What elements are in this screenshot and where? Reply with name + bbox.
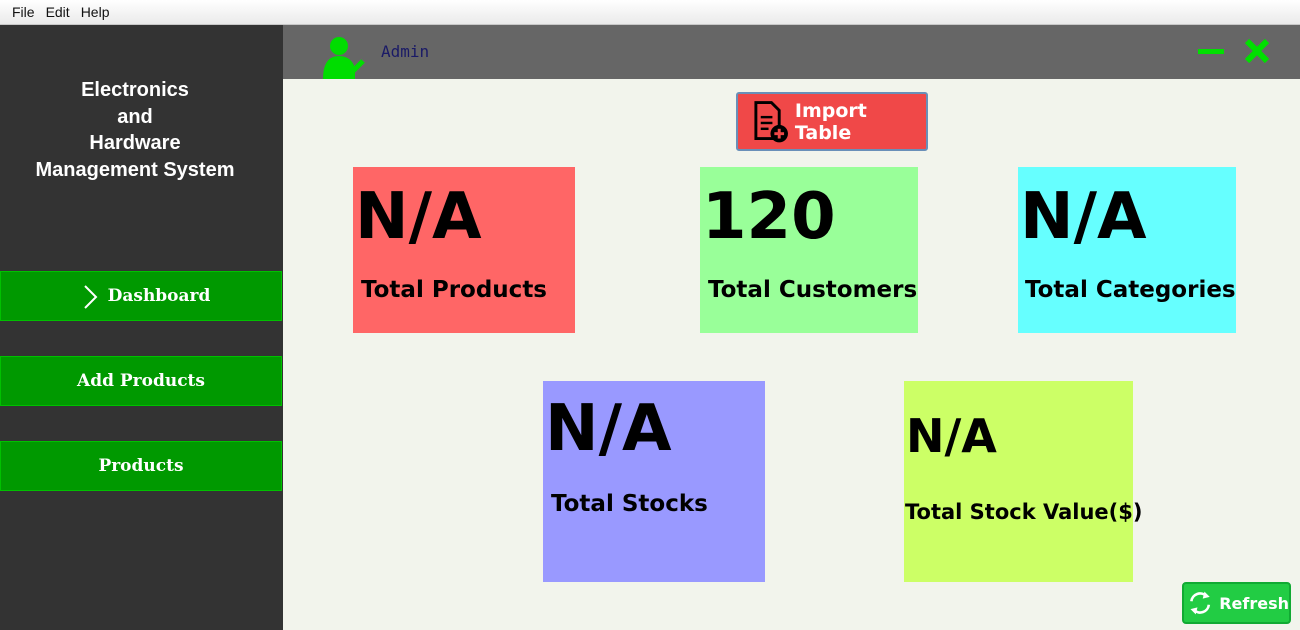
card-total-products: N/A Total Products bbox=[353, 167, 575, 333]
user-name: Admin bbox=[381, 42, 430, 61]
refresh-label: Refresh bbox=[1219, 593, 1289, 613]
app-title-line-4: Management System bbox=[35, 158, 235, 181]
file-add-icon bbox=[754, 100, 788, 142]
total-stocks-label: Total Stocks bbox=[551, 491, 708, 517]
menu-edit[interactable]: Edit bbox=[46, 4, 70, 20]
nav-add-products-button[interactable]: Add Products bbox=[0, 356, 282, 406]
total-stocks-value: N/A bbox=[545, 392, 672, 466]
header-bar: Admin bbox=[283, 25, 1300, 79]
total-categories-value: N/A bbox=[1020, 180, 1147, 254]
menu-bar: File Edit Help bbox=[0, 0, 1300, 25]
import-table-button[interactable]: Import Table bbox=[736, 92, 928, 151]
total-products-value: N/A bbox=[355, 180, 482, 254]
card-total-customers: 120 Total Customers bbox=[700, 167, 918, 333]
card-total-stock-value: N/A Total Stock Value($) bbox=[904, 381, 1142, 582]
card-total-categories: N/A Total Categories bbox=[1018, 167, 1236, 333]
minimize-icon[interactable] bbox=[1198, 41, 1224, 61]
refresh-icon bbox=[1190, 591, 1211, 615]
nav-add-products-label: Add Products bbox=[77, 371, 205, 391]
total-stock-value-value: N/A bbox=[906, 409, 997, 463]
close-icon[interactable] bbox=[1244, 38, 1270, 64]
total-stock-value-label: Total Stock Value($) bbox=[905, 500, 1143, 524]
menu-help[interactable]: Help bbox=[81, 4, 110, 20]
nav-dashboard-label: Dashboard bbox=[107, 286, 211, 306]
chevron-right-icon bbox=[84, 285, 98, 309]
app-title-line-3: Hardware bbox=[89, 132, 181, 154]
import-table-label: Import Table bbox=[794, 99, 867, 144]
card-total-stocks: N/A Total Stocks bbox=[543, 381, 765, 582]
nav-products-label: Products bbox=[98, 456, 184, 476]
refresh-button[interactable]: Refresh bbox=[1182, 582, 1291, 624]
nav-dashboard-button[interactable]: Dashboard bbox=[0, 271, 282, 321]
total-customers-label: Total Customers bbox=[708, 277, 918, 303]
app-title-line-2: and bbox=[117, 105, 153, 128]
app-title-line-1: Electronics bbox=[81, 79, 189, 101]
total-categories-label: Total Categories bbox=[1025, 277, 1236, 303]
user-check-icon bbox=[323, 37, 365, 79]
total-customers-value: 120 bbox=[702, 180, 836, 254]
nav-products-button[interactable]: Products bbox=[0, 441, 282, 491]
app-title: Electronics and Hardware Management Syst… bbox=[0, 77, 270, 183]
sidebar: Electronics and Hardware Management Syst… bbox=[0, 25, 283, 630]
menu-file[interactable]: File bbox=[12, 4, 35, 20]
total-products-label: Total Products bbox=[361, 277, 547, 303]
